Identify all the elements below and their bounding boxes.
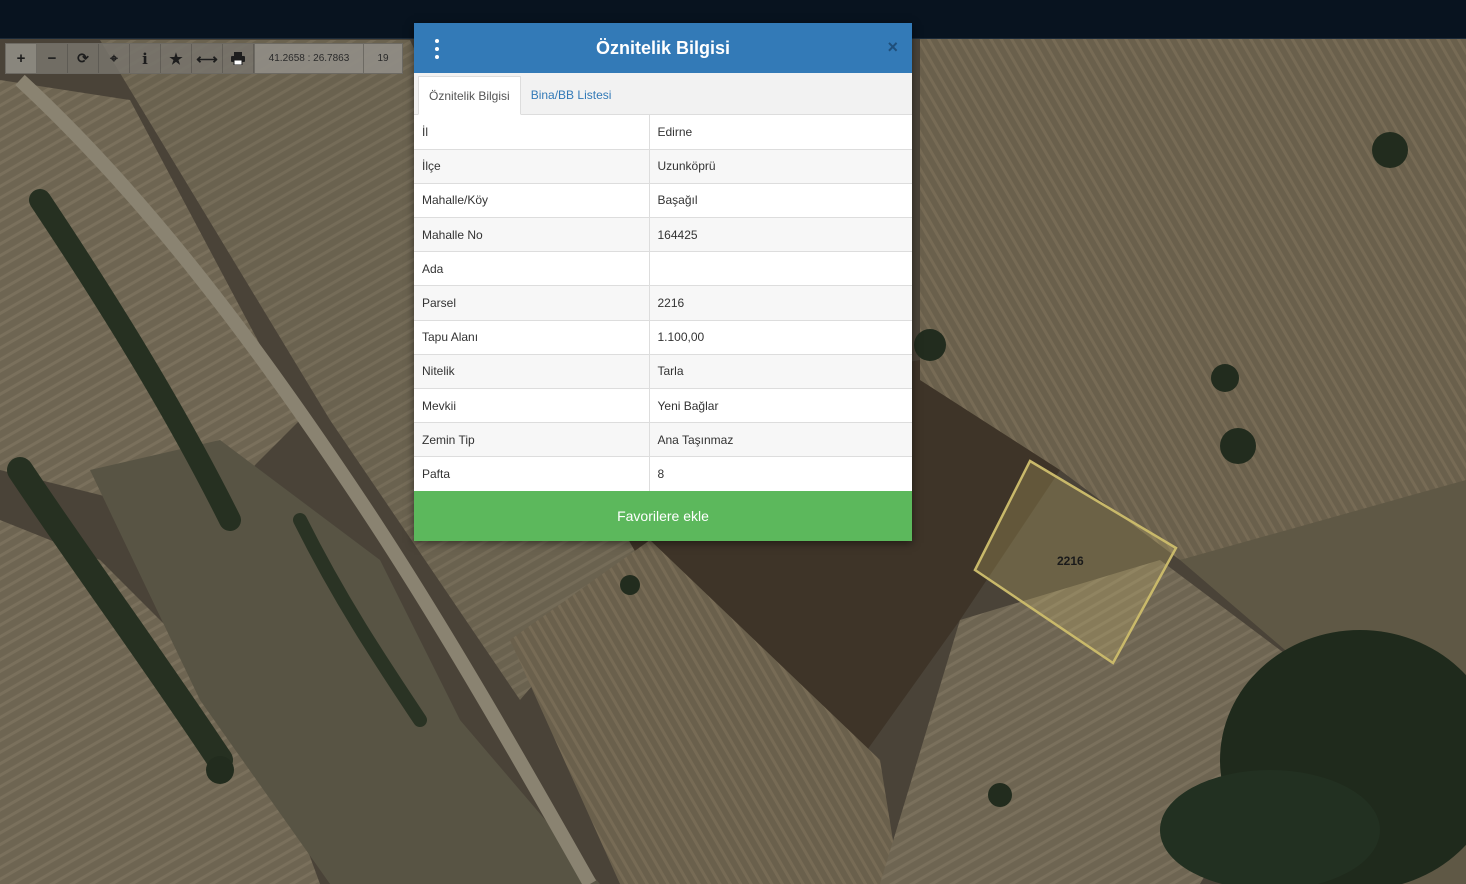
attribute-key: Parsel	[414, 285, 650, 321]
zoom-level: 19	[364, 44, 402, 73]
table-row: Ada	[414, 251, 912, 286]
refresh-icon: ⟳	[77, 50, 89, 66]
map-toolbar: + − ⟳ ⌖ i ★ ⟷ 41.2658 : 26.7863 19	[5, 43, 403, 74]
refresh-button[interactable]: ⟳	[68, 44, 99, 73]
attribute-key: Zemin Tip	[414, 422, 650, 457]
table-row: Tapu Alanı 1.100,00	[414, 319, 912, 355]
attribute-key: Mahalle/Köy	[414, 182, 650, 218]
tab-attribute-info[interactable]: Öznitelik Bilgisi	[418, 76, 521, 115]
print-button[interactable]	[223, 44, 254, 73]
tab-building-list[interactable]: Bina/BB Listesi	[521, 75, 622, 114]
attribute-value: 2216	[649, 285, 912, 321]
attribute-value: 164425	[649, 217, 912, 252]
attribute-value: Başağıl	[649, 182, 912, 218]
table-row: İl Edirne	[414, 115, 912, 150]
attribute-key: Pafta	[414, 456, 650, 492]
info-icon: i	[142, 49, 148, 68]
measure-icon: ⟷	[196, 50, 218, 68]
attribute-value: Tarla	[649, 353, 912, 389]
minus-icon: −	[47, 50, 57, 67]
table-row: Mevkii Yeni Bağlar	[414, 387, 912, 423]
star-icon: ★	[169, 50, 183, 68]
table-row: Mahalle No 164425	[414, 217, 912, 252]
parcel-label: 2216	[1057, 554, 1084, 568]
attribute-value: Ana Taşınmaz	[649, 422, 912, 457]
coordinates-readout: 41.2658 : 26.7863	[254, 44, 364, 73]
attribute-dialog: Öznitelik Bilgisi × Öznitelik Bilgisi Bi…	[414, 23, 912, 542]
table-row: Zemin Tip Ana Taşınmaz	[414, 422, 912, 457]
attribute-key: Tapu Alanı	[414, 319, 650, 355]
close-icon[interactable]: ×	[887, 37, 898, 57]
table-row: Nitelik Tarla	[414, 353, 912, 389]
attribute-value	[649, 251, 912, 286]
dialog-header: Öznitelik Bilgisi ×	[414, 23, 912, 73]
table-row: Parsel 2216	[414, 285, 912, 321]
attribute-value: Yeni Bağlar	[649, 387, 912, 423]
attribute-value: Edirne	[657, 124, 693, 139]
measure-button[interactable]: ⟷	[192, 44, 223, 73]
table-row: Mahalle/Köy Başağıl	[414, 182, 912, 218]
dialog-title: Öznitelik Bilgisi	[595, 37, 731, 58]
attribute-key: Nitelik	[414, 353, 650, 389]
dialog-tabs: Öznitelik Bilgisi Bina/BB Listesi	[414, 73, 912, 115]
zoom-in-button[interactable]: +	[6, 44, 37, 73]
favorites-button[interactable]: ★	[161, 44, 192, 73]
add-to-favorites-button[interactable]: Favorilere ekle	[414, 491, 912, 542]
locate-button[interactable]: ⌖	[99, 44, 130, 73]
table-row: İlçe Uzunköprü	[414, 148, 912, 184]
attribute-key: Mevkii	[414, 387, 650, 423]
more-vertical-icon[interactable]	[432, 39, 442, 59]
attribute-key: Mahalle No	[414, 217, 650, 252]
zoom-out-button[interactable]: −	[37, 44, 68, 73]
plus-icon: +	[16, 50, 26, 67]
attribute-key: İl	[414, 115, 650, 150]
attribute-key: İlçe	[414, 148, 650, 184]
attribute-value: Uzunköprü	[649, 148, 912, 184]
print-icon	[231, 52, 245, 65]
crosshair-icon: ⌖	[110, 50, 118, 66]
attribute-value: 1.100,00	[649, 319, 912, 355]
attribute-table: İl Edirne İlçe Uzunköprü Mahalle/Köy Başağıl M…	[414, 115, 912, 492]
info-button[interactable]: i	[130, 44, 161, 73]
table-row: Pafta 8	[414, 456, 912, 492]
attribute-value: 8	[649, 456, 912, 492]
attribute-key: Ada	[414, 251, 650, 286]
